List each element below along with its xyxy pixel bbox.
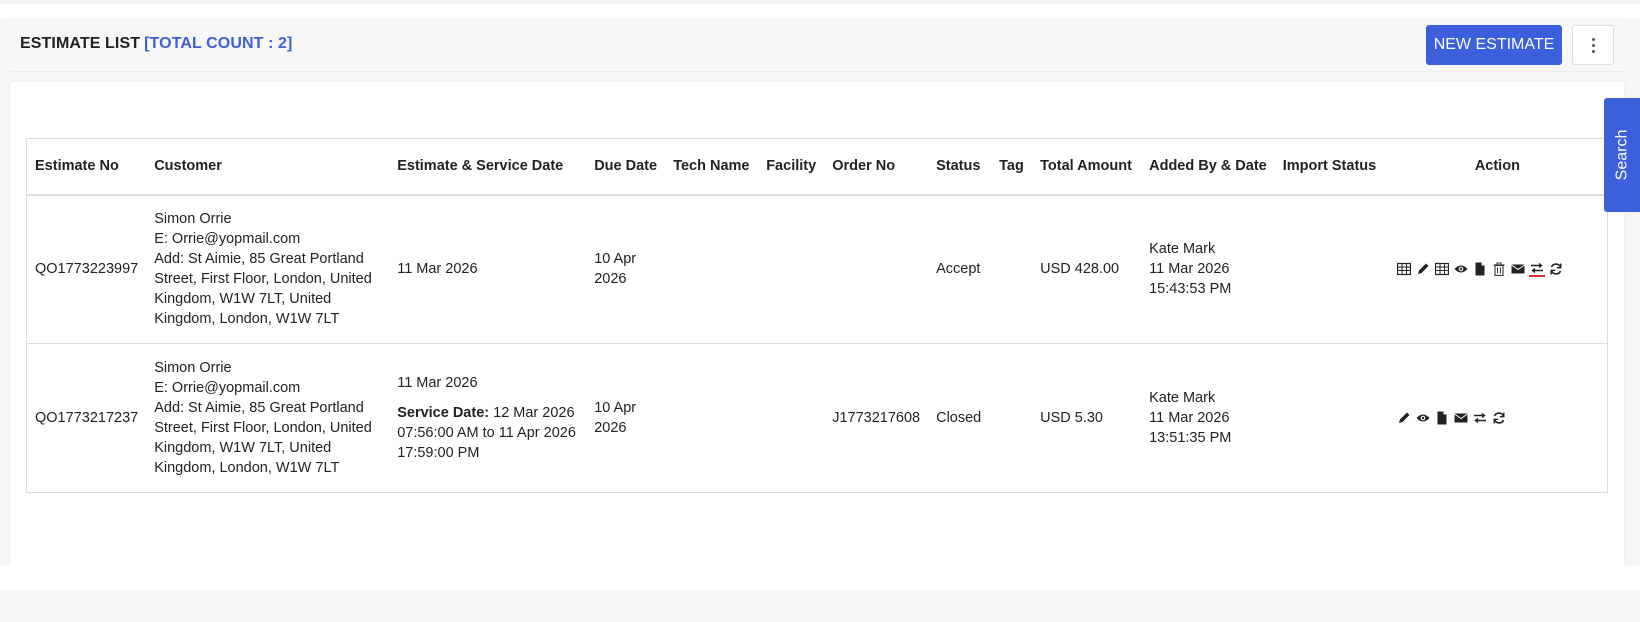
col-total-amount[interactable]: Total Amount xyxy=(1032,138,1142,196)
due-date-cell: 10 Apr 2026 xyxy=(586,343,666,493)
eye-icon[interactable] xyxy=(1415,410,1431,426)
search-side-tab[interactable]: Search xyxy=(1604,98,1640,212)
customer-name: Simon Orrie xyxy=(154,360,232,376)
trash-icon[interactable] xyxy=(1491,261,1507,277)
envelope-icon[interactable] xyxy=(1453,410,1469,426)
col-import-status[interactable]: Import Status xyxy=(1274,138,1388,196)
col-tech-name[interactable]: Tech Name xyxy=(665,138,759,196)
exchange-icon[interactable] xyxy=(1472,410,1488,426)
col-customer[interactable]: Customer xyxy=(146,138,390,196)
col-tag[interactable]: Tag xyxy=(991,138,1033,196)
customer-cell: Simon Orrie E: Orrie@yopmail.com Add: St… xyxy=(146,343,390,493)
more-vertical-icon-dot xyxy=(1591,43,1595,47)
col-estimate-no[interactable]: Estimate No xyxy=(26,138,147,196)
estimate-table: Estimate No Customer Estimate & Service … xyxy=(26,138,1608,493)
refresh-icon[interactable] xyxy=(1548,261,1564,277)
table-row: QO1773217237 Simon Orrie E: Orrie@yopmai… xyxy=(26,343,1608,493)
estimate-no-cell[interactable]: QO1773223997 xyxy=(26,194,147,344)
more-vertical-icon-dot xyxy=(1591,49,1595,53)
service-date: Service Date: 12 Mar 2026 07:56:00 AM to… xyxy=(397,403,578,463)
refresh-icon[interactable] xyxy=(1491,410,1507,426)
customer-cell: Simon Orrie E: Orrie@yopmail.com Add: St… xyxy=(146,194,390,344)
tag-cell xyxy=(991,343,1033,493)
customer-email: E: Orrie@yopmail.com xyxy=(154,380,301,396)
table-icon[interactable] xyxy=(1396,261,1412,277)
tech-name-cell xyxy=(665,194,759,344)
col-action: Action xyxy=(1387,138,1608,196)
search-tab-label: Search xyxy=(1613,129,1631,181)
customer-address: Add: St Aimie, 85 Great Portland Street,… xyxy=(154,251,372,328)
added-by-time: 13:51:35 PM xyxy=(1149,430,1232,446)
tech-name-cell xyxy=(665,343,759,493)
tag-cell xyxy=(991,194,1033,344)
total-amount-cell: USD 5.30 xyxy=(1032,343,1142,493)
added-by-name: Kate Mark xyxy=(1149,390,1216,406)
import-status-cell xyxy=(1274,194,1388,344)
page-title: ESTIMATE LIST [TOTAL COUNT : 2] xyxy=(20,35,292,53)
service-date-label: Service Date: xyxy=(397,405,490,421)
customer-email: E: Orrie@yopmail.com xyxy=(154,231,301,248)
status-cell: Closed xyxy=(928,343,992,493)
col-due-date[interactable]: Due Date xyxy=(586,138,666,196)
added-by-name: Kate Mark xyxy=(1149,241,1216,258)
order-no-cell[interactable]: J1773217608 xyxy=(824,343,929,493)
file-icon[interactable] xyxy=(1472,261,1488,277)
estimate-service-date-cell: 11 Mar 2026 xyxy=(389,194,587,344)
col-facility[interactable]: Facility xyxy=(758,138,825,196)
table-icon[interactable] xyxy=(1434,261,1450,277)
more-vertical-icon xyxy=(1591,37,1595,41)
action-cell xyxy=(1387,194,1608,344)
total-count: [TOTAL COUNT : 2] xyxy=(144,35,293,52)
added-by-cell: Kate Mark 11 Mar 2026 13:51:35 PM xyxy=(1141,343,1275,493)
col-status[interactable]: Status xyxy=(928,138,992,196)
due-date-cell: 10 Apr 2026 xyxy=(586,194,666,344)
footer-spacer xyxy=(0,566,1640,590)
col-added-by-date[interactable]: Added By & Date xyxy=(1141,138,1275,196)
page-header: ESTIMATE LIST [TOTAL COUNT : 2] NEW ESTIM… xyxy=(10,18,1624,72)
exchange-icon[interactable] xyxy=(1528,261,1545,278)
order-no-cell xyxy=(824,194,929,344)
total-amount-cell: USD 428.00 xyxy=(1032,194,1142,344)
status-cell: Accept xyxy=(928,194,992,344)
pencil-icon[interactable] xyxy=(1396,410,1412,426)
pencil-icon[interactable] xyxy=(1415,261,1431,277)
customer-name: Simon Orrie xyxy=(154,211,232,228)
col-estimate-service-date[interactable]: Estimate & Service Date xyxy=(389,138,587,196)
facility-cell xyxy=(758,194,825,344)
import-status-cell xyxy=(1274,343,1388,493)
facility-cell xyxy=(758,343,825,493)
estimate-date: 11 Mar 2026 xyxy=(397,375,478,391)
more-options-button[interactable] xyxy=(1572,25,1614,65)
title-text: ESTIMATE LIST xyxy=(20,35,141,52)
estimate-date: 11 Mar 2026 xyxy=(397,261,478,278)
estimate-service-date-cell: 11 Mar 2026 Service Date: 12 Mar 2026 07… xyxy=(389,343,587,493)
table-header-row: Estimate No Customer Estimate & Service … xyxy=(26,138,1608,196)
added-by-time: 15:43:53 PM xyxy=(1149,281,1232,298)
file-icon[interactable] xyxy=(1434,410,1450,426)
top-spacer xyxy=(0,4,1640,18)
footer-band xyxy=(0,590,1640,622)
added-by-date: 11 Mar 2026 xyxy=(1149,261,1230,278)
eye-icon[interactable] xyxy=(1453,261,1469,277)
table-row: QO1773223997 Simon Orrie E: Orrie@yopmai… xyxy=(26,194,1608,344)
estimate-no-cell[interactable]: QO1773217237 xyxy=(26,343,147,493)
added-by-date: 11 Mar 2026 xyxy=(1149,410,1230,426)
action-cell xyxy=(1387,343,1608,493)
col-order-no[interactable]: Order No xyxy=(824,138,929,196)
customer-address: Add: St Aimie, 85 Great Portland Street,… xyxy=(154,400,372,476)
new-estimate-button[interactable]: NEW ESTIMATE xyxy=(1426,25,1562,65)
envelope-icon[interactable] xyxy=(1510,261,1526,277)
added-by-cell: Kate Mark 11 Mar 2026 15:43:53 PM xyxy=(1141,194,1275,344)
